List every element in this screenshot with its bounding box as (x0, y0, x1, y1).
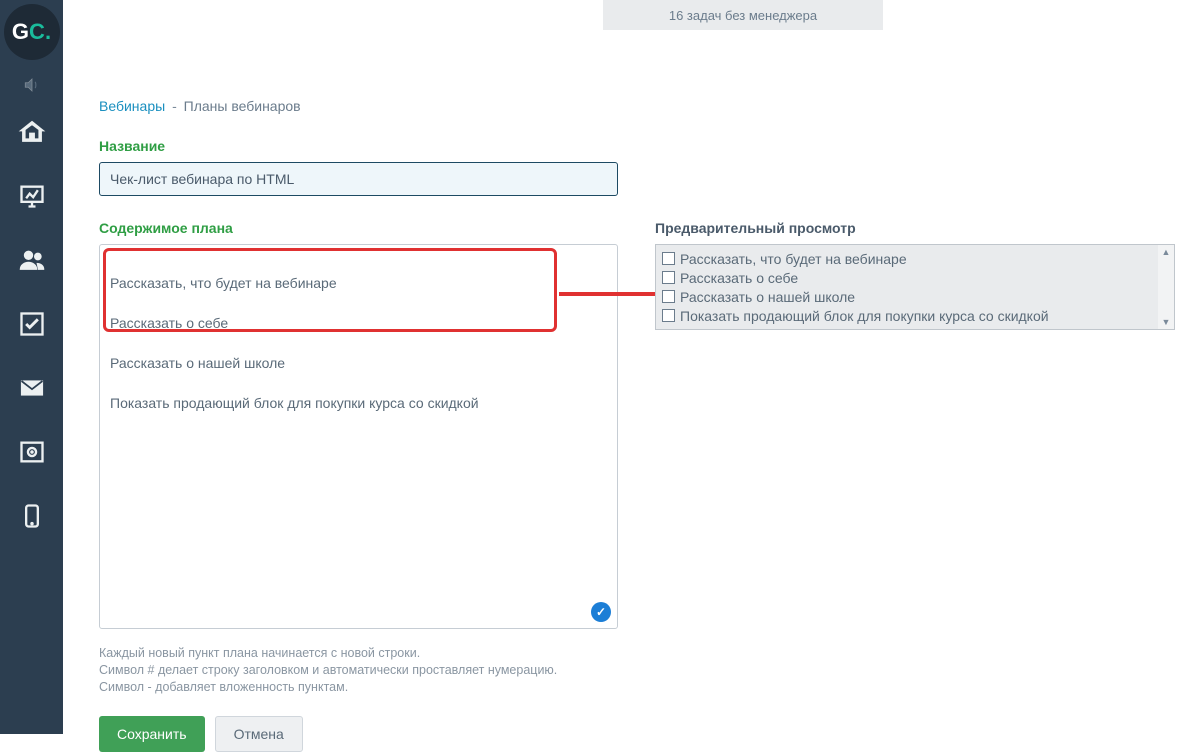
breadcrumb-sep: - (172, 98, 177, 114)
sidebar-users[interactable] (0, 228, 63, 292)
users-icon (18, 246, 46, 274)
save-button[interactable]: Сохранить (99, 716, 205, 752)
sidebar-tasks[interactable] (0, 292, 63, 356)
envelope-icon (18, 374, 46, 402)
sidebar-home[interactable] (0, 100, 63, 164)
label-name: Название (99, 138, 1200, 154)
plan-column: Содержимое плана Рассказать, что будет н… (99, 220, 619, 752)
checkbox-icon[interactable] (662, 309, 675, 322)
label-preview: Предварительный просмотр (655, 220, 1175, 236)
main-content: 16 задач без менеджера Вебинары - Планы … (63, 0, 1200, 734)
preview-box: Рассказать, что будет на вебинаре Расска… (655, 244, 1175, 330)
preview-item: Рассказать о нашей школе (662, 287, 1168, 306)
top-notice-bar[interactable]: 16 задач без менеджера (603, 0, 883, 30)
sidebar-sound[interactable] (0, 70, 63, 100)
mobile-icon (18, 502, 46, 530)
grammar-check-icon[interactable] (591, 602, 611, 622)
label-content: Содержимое плана (99, 220, 619, 236)
logo[interactable]: GC. (4, 4, 60, 60)
sidebar: GC. (0, 0, 63, 734)
name-input[interactable] (99, 162, 618, 196)
preview-column: Предварительный просмотр Рассказать, что… (655, 220, 1175, 752)
cancel-button[interactable]: Отмена (215, 716, 303, 752)
presentation-icon (18, 182, 46, 210)
breadcrumb-current: Планы вебинаров (184, 98, 301, 114)
preview-item: Показать продающий блок для покупки курс… (662, 306, 1168, 325)
checkbox-icon[interactable] (662, 271, 675, 284)
preview-scrollbar[interactable]: ▲▼ (1158, 245, 1174, 329)
sidebar-mobile[interactable] (0, 484, 63, 548)
check-square-icon (18, 310, 46, 338)
plan-text: Рассказать, что будет на вебинаре Расска… (100, 245, 617, 441)
breadcrumb-link-webinars[interactable]: Вебинары (99, 98, 165, 114)
sidebar-safe[interactable] (0, 420, 63, 484)
sidebar-presentation[interactable] (0, 164, 63, 228)
help-text: Каждый новый пункт плана начинается с но… (99, 645, 619, 696)
sidebar-messages[interactable] (0, 356, 63, 420)
sound-icon (23, 76, 41, 94)
breadcrumb: Вебинары - Планы вебинаров (99, 98, 1200, 114)
home-icon (18, 118, 46, 146)
safe-icon (18, 438, 46, 466)
preview-item: Рассказать, что будет на вебинаре (662, 249, 1168, 268)
preview-item: Рассказать о себе (662, 268, 1168, 287)
plan-textarea[interactable]: Рассказать, что будет на вебинаре Расска… (99, 244, 618, 629)
checkbox-icon[interactable] (662, 252, 675, 265)
checkbox-icon[interactable] (662, 290, 675, 303)
